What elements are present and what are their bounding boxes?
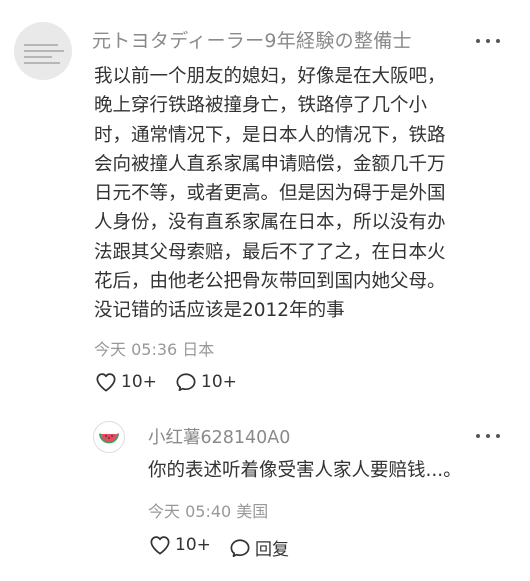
heart-icon <box>150 536 170 555</box>
chat-bubble-icon <box>176 373 196 392</box>
comment-line: 会向被撞人直系家属申请赔偿，金额几千万 <box>94 153 446 175</box>
comment-thread: 元トヨタディーラー9年経験の整備士 我以前一个朋友的媳妇，好像是在大阪吧， 晚上… <box>0 0 530 581</box>
comment-line: 法跟其父母索赔，最后不了了之，在日本火 <box>94 241 446 263</box>
comment-timestamp-location: 今天 05:36 日本 <box>94 340 215 359</box>
comment-line: 晚上穿行铁路被撞身亡，铁路停了几个小 <box>94 95 428 117</box>
comment-username[interactable]: 元トヨタディーラー9年経験の整備士 <box>92 26 412 53</box>
comment-body: 我以前一个朋友的媳妇，好像是在大阪吧， 晚上穿行铁路被撞身亡，铁路停了几个小 时… <box>94 62 504 326</box>
chat-bubble-icon <box>230 538 250 557</box>
reply-body: 你的表述听着像受害人家人要赔钱...。 <box>148 460 462 481</box>
comment-line: 我以前一个朋友的媳妇，好像是在大阪吧， <box>94 66 446 87</box>
reply-username[interactable]: 小红薯628140A0 <box>148 424 290 449</box>
like-count: 10+ <box>121 372 157 392</box>
reply-like-count: 10+ <box>175 535 211 555</box>
comment-button[interactable]: 10+ <box>175 372 237 392</box>
more-dots-icon[interactable] <box>476 36 500 46</box>
heart-icon <box>96 373 116 392</box>
reply-like-button[interactable]: 10+ <box>149 535 211 555</box>
more-dots-icon[interactable] <box>476 431 500 441</box>
user-avatar[interactable] <box>14 22 72 80</box>
comment-line: 没记错的话应该是2012年的事 <box>94 300 345 322</box>
reply-avatar[interactable] <box>93 421 125 453</box>
reply-button[interactable]: 回复 <box>229 535 289 560</box>
reply-timestamp-location: 今天 05:40 美国 <box>148 502 269 521</box>
comment-line: 日元不等，或者更高。但是因为碍于是外国 <box>94 183 446 205</box>
watermelon-icon <box>99 433 119 444</box>
like-button[interactable]: 10+ <box>95 372 157 392</box>
reply-button-label: 回复 <box>255 540 289 560</box>
reply-count: 10+ <box>201 372 237 392</box>
comment-line: 时，通常情况下，是日本人的情况下，铁路 <box>94 124 446 146</box>
avatar-image <box>24 44 64 66</box>
comment-line: 人身份，没有直系家属在日本，所以没有办 <box>94 212 446 234</box>
comment-line: 花后，由他老公把骨灰带回到国内她父母。 <box>94 271 446 293</box>
